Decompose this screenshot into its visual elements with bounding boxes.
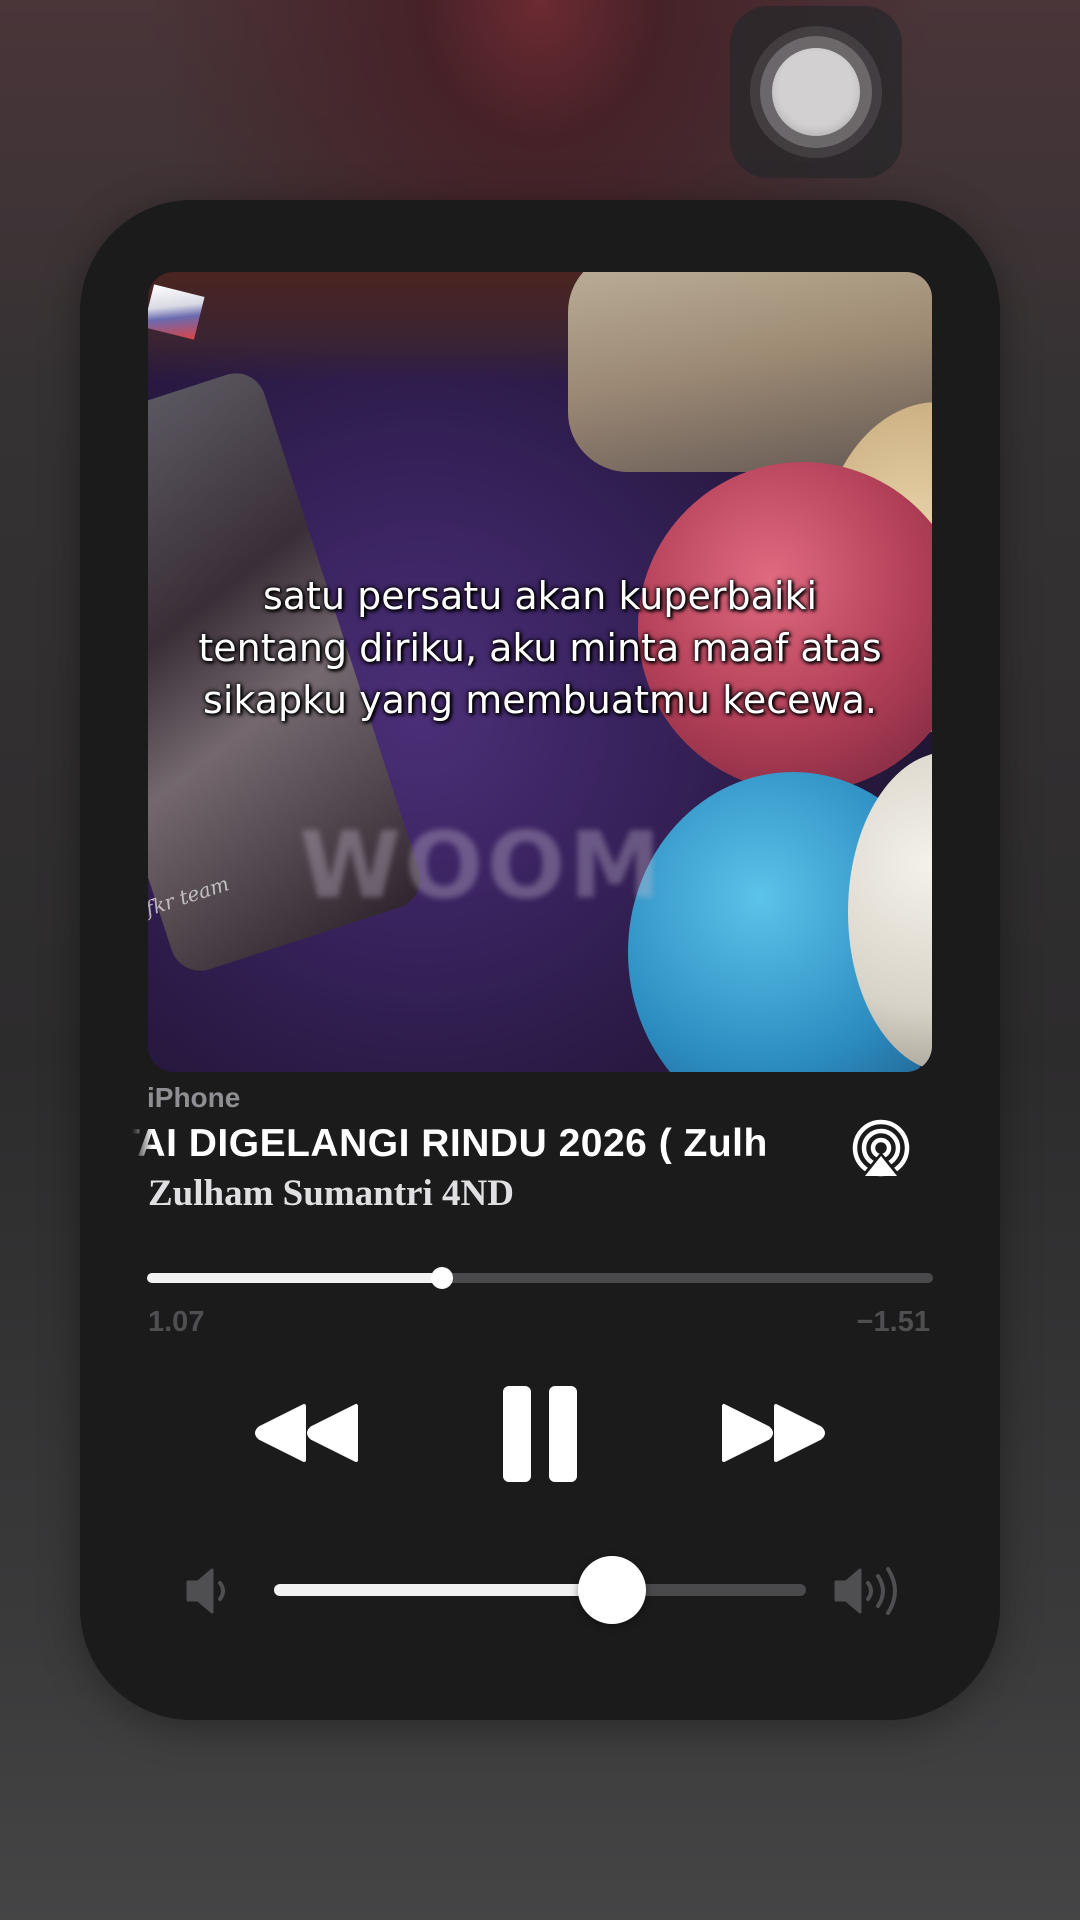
- playback-progress-fill: [147, 1273, 442, 1283]
- forward-icon: [722, 1404, 825, 1462]
- volume-slider[interactable]: [274, 1556, 806, 1624]
- elapsed-time: 1.07: [148, 1306, 205, 1338]
- volume-fill: [274, 1584, 613, 1596]
- artwork-shirt-lettering: MOOW: [295, 812, 661, 919]
- volume-max-indicator: [832, 1562, 908, 1620]
- playback-progress-slider[interactable]: [147, 1267, 933, 1289]
- playback-progress-knob[interactable]: [430, 1267, 453, 1289]
- pause-icon: [503, 1386, 577, 1482]
- speaker-low-icon: [186, 1568, 225, 1614]
- remaining-time: −1.51: [856, 1306, 930, 1338]
- volume-knob[interactable]: [578, 1556, 647, 1624]
- volume-min-indicator: [184, 1566, 236, 1616]
- fast-forward-button[interactable]: [716, 1400, 828, 1466]
- assistive-touch-button[interactable]: [730, 6, 902, 178]
- album-artwork: MOOW fkr team satu persatu akan kuperbai…: [148, 272, 932, 1072]
- playback-source-label: iPhone: [147, 1082, 241, 1113]
- artwork-caption: satu persatu akan kuperbaiki tentang dir…: [198, 574, 882, 722]
- track-artist: Zulham Sumantri 4ND: [148, 1173, 514, 1214]
- track-title-marquee: TAI DIGELANGI RINDU 2026 ( Zulh: [132, 1118, 832, 1174]
- rewind-button[interactable]: [252, 1400, 364, 1466]
- pause-button[interactable]: [500, 1384, 580, 1484]
- airplay-button[interactable]: [848, 1118, 914, 1184]
- assistive-touch-center: [772, 48, 860, 136]
- backward-icon: [255, 1404, 358, 1462]
- track-title: TAI DIGELANGI RINDU 2026 ( Zulh: [132, 1122, 768, 1165]
- speaker-high-icon: [834, 1567, 897, 1615]
- airplay-icon: [852, 1119, 910, 1177]
